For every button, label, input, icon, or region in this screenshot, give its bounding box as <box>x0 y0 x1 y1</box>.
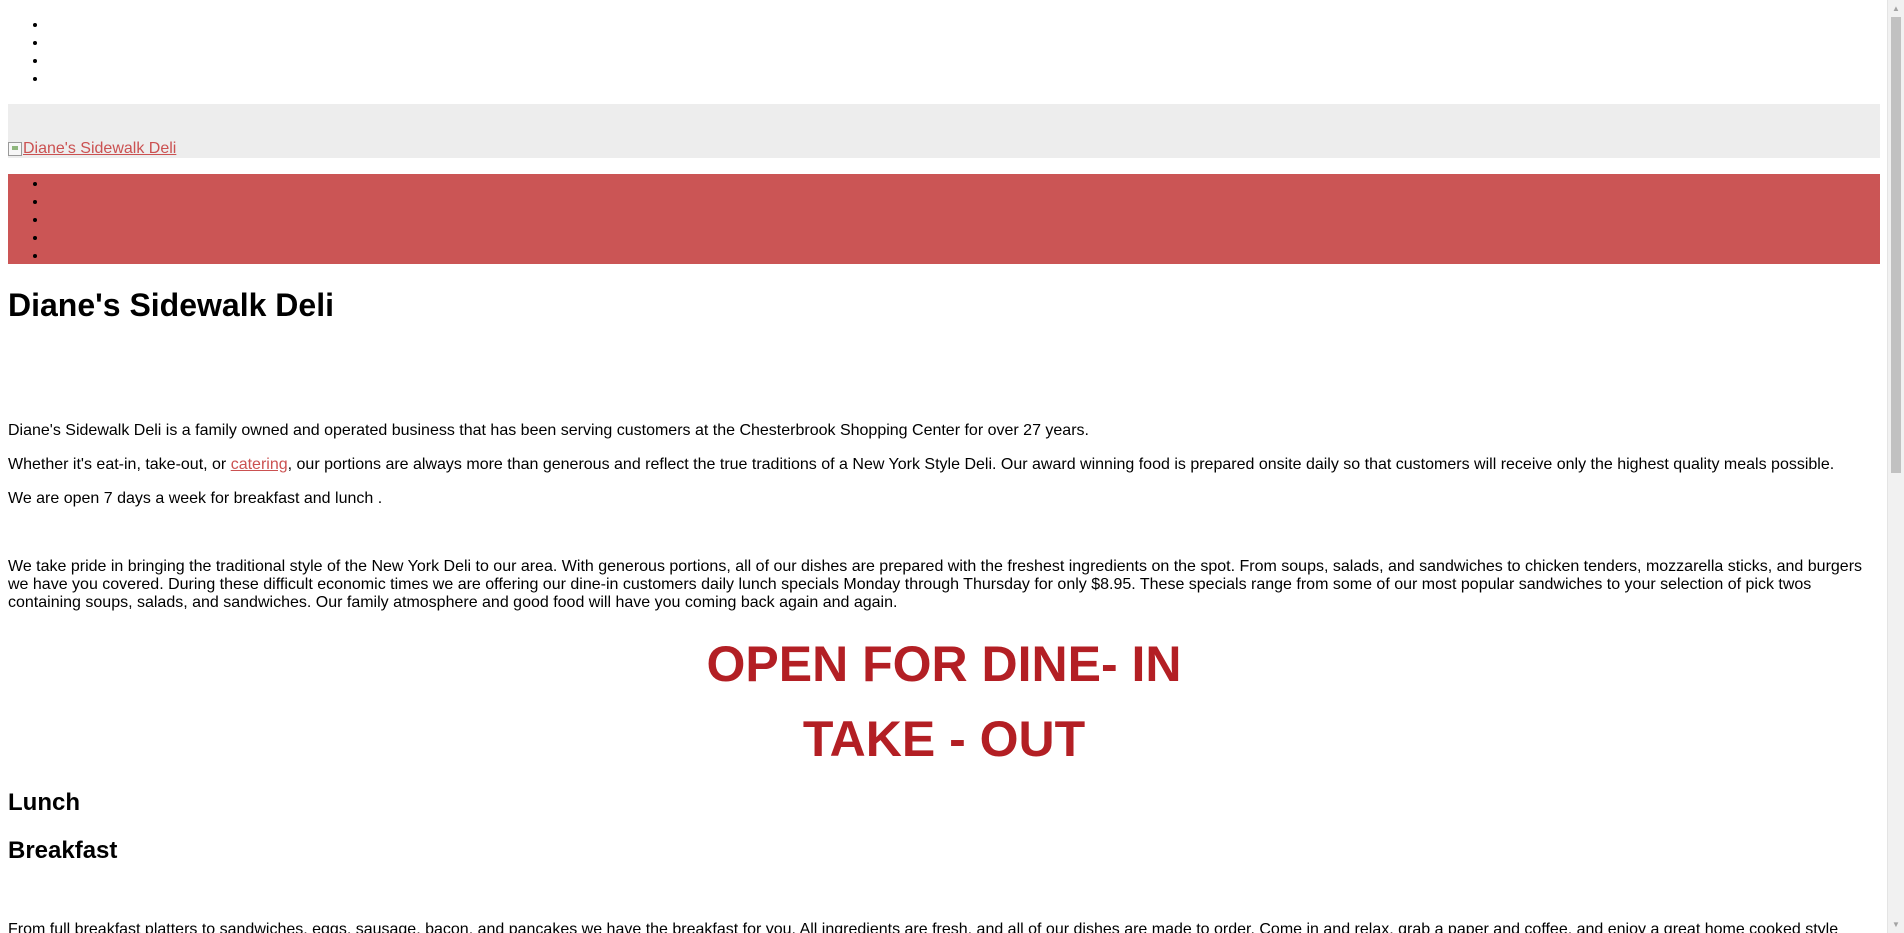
scroll-down-icon[interactable]: ▼ <box>1888 916 1904 933</box>
catering-link[interactable]: catering <box>231 456 288 473</box>
logo-alt-text: Diane's Sidewalk Deli <box>23 140 177 157</box>
pride-paragraph: We take pride in bringing the traditiona… <box>8 558 1863 611</box>
vertical-scrollbar[interactable]: ▲ ▼ <box>1887 0 1904 933</box>
top-list-item[interactable] <box>48 16 1880 34</box>
scrollbar-thumb[interactable] <box>1891 17 1901 473</box>
breakfast-heading: Breakfast <box>8 837 118 864</box>
header-band: Diane's Sidewalk Deli <box>8 104 1880 158</box>
hours-paragraph: We are open 7 days a week for breakfast … <box>8 490 383 507</box>
broken-image-icon <box>8 142 22 156</box>
promo-take-out: TAKE - OUT <box>802 711 1086 767</box>
nav-item[interactable] <box>48 247 1880 265</box>
top-list-item[interactable] <box>48 34 1880 52</box>
main-nav-list <box>8 175 1880 265</box>
top-list-item[interactable] <box>48 52 1880 70</box>
eat-text-after: , our portions are always more than gene… <box>287 456 1835 473</box>
lunch-heading: Lunch <box>8 789 80 816</box>
page-title: Diane's Sidewalk Deli <box>8 287 334 323</box>
breakfast-paragraph: From full breakfast platters to sandwich… <box>8 921 1839 933</box>
top-list-item[interactable] <box>48 70 1880 88</box>
eat-text-before: Whether it's eat-in, take-out, or <box>8 456 231 473</box>
page: Diane's Sidewalk Deli Diane's Sidewalk D… <box>0 0 1888 933</box>
eat-paragraph: Whether it's eat-in, take-out, or cateri… <box>8 456 1880 474</box>
top-links-list <box>8 0 1880 88</box>
nav-item[interactable] <box>48 175 1880 193</box>
nav-item[interactable] <box>48 229 1880 247</box>
promo-dine-in: OPEN FOR DINE- IN <box>706 636 1182 692</box>
scroll-up-icon[interactable]: ▲ <box>1888 0 1904 17</box>
logo-link[interactable]: Diane's Sidewalk Deli <box>8 140 176 158</box>
nav-item[interactable] <box>48 193 1880 211</box>
intro-paragraph: Diane's Sidewalk Deli is a family owned … <box>8 422 1089 439</box>
main-nav <box>8 174 1880 264</box>
nav-item[interactable] <box>48 211 1880 229</box>
